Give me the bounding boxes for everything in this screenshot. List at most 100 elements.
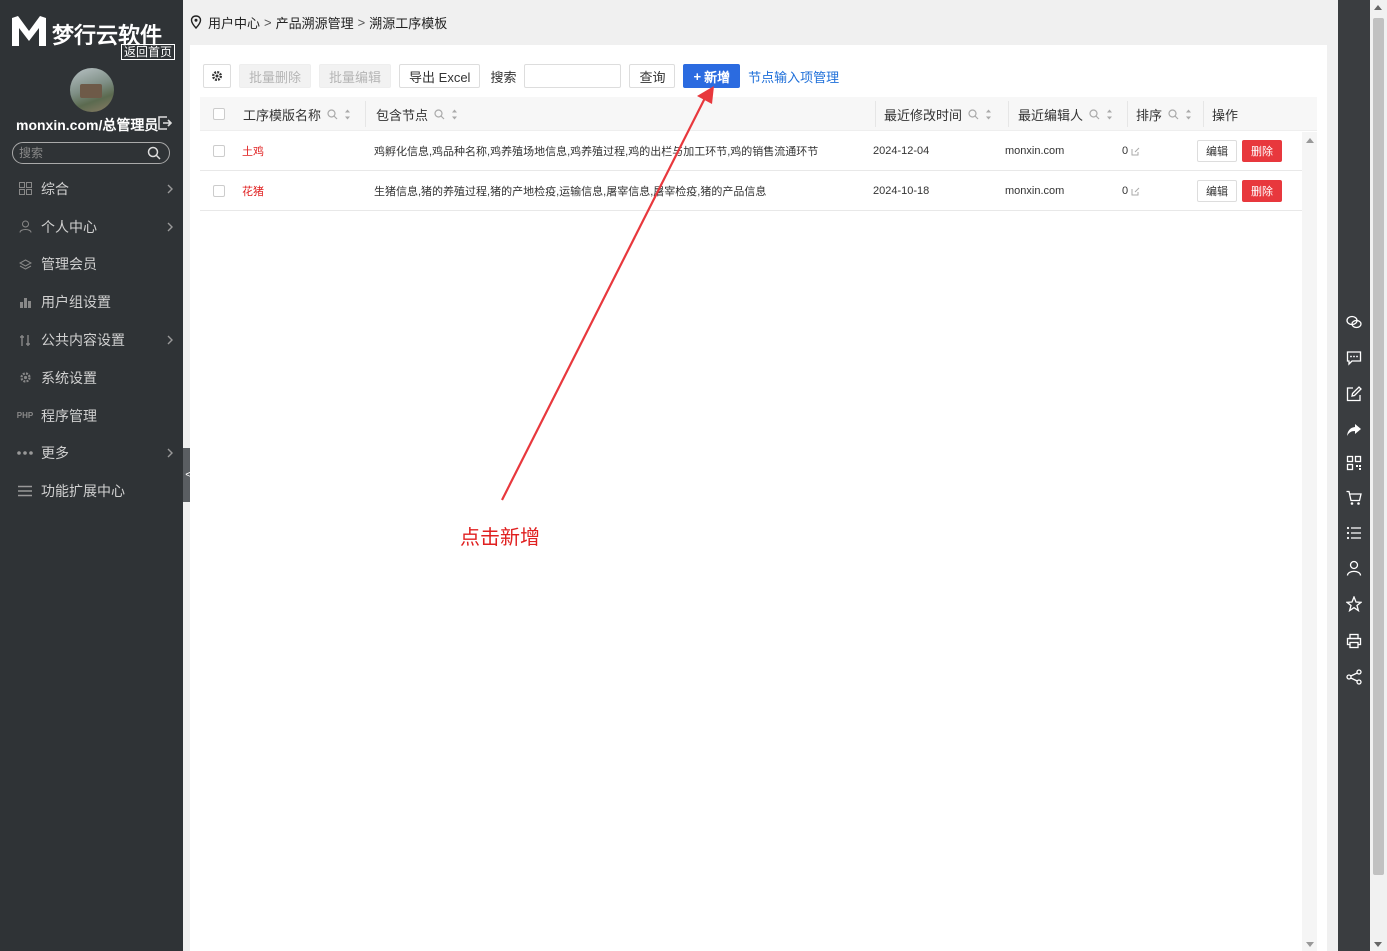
column-search-icon[interactable]: [434, 108, 445, 120]
chevron-right-icon: [167, 335, 173, 345]
sidebar-item-user-group-settings[interactable]: 用户组设置: [0, 283, 183, 321]
sidebar-item-manage-members[interactable]: 管理会员: [0, 246, 183, 284]
edit-icon[interactable]: [1131, 187, 1140, 196]
gear-icon: [212, 71, 222, 81]
breadcrumb-separator: >: [357, 14, 366, 30]
back-home-link[interactable]: 返回首页: [121, 44, 176, 60]
row-checkbox[interactable]: [213, 185, 225, 197]
comment-icon[interactable]: [1346, 350, 1362, 366]
user-icon[interactable]: [1346, 560, 1362, 576]
search-icon[interactable]: [147, 146, 161, 160]
cart-icon[interactable]: [1346, 490, 1362, 506]
column-header-label: 操作: [1212, 107, 1239, 123]
edit-icon[interactable]: [1131, 147, 1140, 156]
query-button[interactable]: 查询: [629, 64, 676, 88]
sidebar-item-program-management[interactable]: PHP 程序管理: [0, 397, 183, 435]
edit-button[interactable]: 编辑: [1197, 140, 1237, 162]
column-search-icon[interactable]: [1089, 108, 1100, 120]
sidebar-item-label: 综合: [41, 180, 69, 197]
sidebar-item-general[interactable]: 综合: [0, 170, 183, 208]
column-separator: [1203, 101, 1204, 127]
search-input[interactable]: [524, 64, 622, 88]
column-header-label: 排序: [1136, 107, 1163, 123]
sidebar-menu: 综合 个人中心 管理会员 用户组设置 公共内容设置 系统设置 PHP 程序管理 …: [0, 170, 183, 510]
share-icon[interactable]: [1346, 669, 1362, 685]
column-search-icon[interactable]: [1168, 108, 1179, 120]
batch-edit-button[interactable]: 批量编辑: [319, 64, 392, 88]
column-separator: [1008, 101, 1009, 127]
breadcrumb-user-center[interactable]: 用户中心: [208, 13, 260, 32]
sort-icon[interactable]: [344, 109, 351, 120]
chevron-right-icon: [167, 448, 173, 458]
add-button[interactable]: + 新增: [683, 64, 741, 88]
select-all-cell: [213, 97, 225, 131]
column-header-editor: 最近编辑人: [1018, 97, 1113, 131]
sidebar-search-input[interactable]: [19, 145, 139, 161]
select-all-checkbox[interactable]: [213, 108, 225, 120]
sort-icon[interactable]: [985, 109, 992, 120]
scroll-up-arrow-icon[interactable]: [1306, 138, 1314, 143]
sidebar-item-personal-center[interactable]: 个人中心: [0, 208, 183, 246]
location-pin-icon: [190, 15, 202, 29]
export-excel-button[interactable]: 导出 Excel: [399, 64, 481, 88]
share-arrow-icon[interactable]: [1346, 422, 1362, 438]
table-header: 工序模版名称 包含节点 最近修改时间 最近编辑人 排序 操作: [200, 97, 1317, 131]
breadcrumb: 用户中心 > 产品溯源管理 > 溯源工序模板: [190, 0, 1330, 44]
star-icon[interactable]: [1346, 596, 1362, 612]
sidebar-item-label: 管理会员: [41, 256, 97, 273]
table-row: 花猪 生猪信息,猪的养殖过程,猪的产地检疫,运输信息,屠宰信息,屠宰检疫,猪的产…: [200, 171, 1317, 211]
gear-icon: [17, 370, 33, 386]
row-checkbox[interactable]: [213, 145, 225, 157]
qrcode-icon[interactable]: [1346, 455, 1362, 471]
order-cell: 0: [1122, 171, 1140, 211]
print-icon[interactable]: [1346, 633, 1362, 649]
chart-icon: [17, 294, 33, 310]
sidebar-item-public-content-settings[interactable]: 公共内容设置: [0, 321, 183, 359]
add-button-label: 新增: [704, 69, 731, 85]
sidebar-item-extension-center[interactable]: 功能扩展中心: [0, 472, 183, 510]
sidebar-item-more[interactable]: 更多: [0, 435, 183, 473]
user-row: monxin.com/总管理员: [16, 115, 176, 133]
column-header-order: 排序: [1136, 97, 1192, 131]
breadcrumb-product-trace[interactable]: 产品溯源管理: [276, 13, 354, 32]
logout-icon[interactable]: [158, 116, 172, 130]
main-panel: 批量删除 批量编辑 导出 Excel 搜索 查询 + 新增 节点输入项管理 工序…: [190, 45, 1327, 951]
user-name[interactable]: monxin.com/总管理员: [16, 115, 158, 135]
column-search-icon[interactable]: [968, 108, 979, 120]
modified-date: 2024-12-04: [873, 145, 930, 157]
delete-button[interactable]: 删除: [1242, 180, 1282, 202]
node-input-manage-link[interactable]: 节点输入项管理: [748, 67, 839, 86]
chevron-right-icon: [167, 184, 173, 194]
sort-icon[interactable]: [1106, 109, 1113, 120]
column-header-label: 工序模版名称: [243, 107, 322, 123]
column-header-nodes: 包含节点: [376, 97, 458, 131]
column-settings-button[interactable]: [203, 64, 231, 88]
sort-icon[interactable]: [1185, 109, 1192, 120]
page-scrollbar[interactable]: [1370, 0, 1387, 951]
table-row: 土鸡 鸡孵化信息,鸡品种名称,鸡养殖场地信息,鸡养殖过程,鸡的出栏与加工环节,鸡…: [200, 131, 1317, 171]
scroll-down-arrow-icon[interactable]: [1374, 942, 1382, 947]
more-dots-icon: [17, 445, 33, 461]
list-icon[interactable]: [1346, 525, 1362, 541]
scrollbar-thumb[interactable]: [1373, 18, 1384, 875]
modified-date: 2024-10-18: [873, 185, 930, 197]
order-value[interactable]: 0: [1122, 145, 1128, 157]
delete-button[interactable]: 删除: [1242, 140, 1282, 162]
template-name-link[interactable]: 花猪: [242, 171, 264, 211]
wechat-icon[interactable]: [1346, 314, 1362, 330]
edit-button[interactable]: 编辑: [1197, 180, 1237, 202]
avatar[interactable]: [70, 68, 114, 112]
sort-icon[interactable]: [451, 109, 458, 120]
column-search-icon[interactable]: [327, 108, 338, 120]
edit-icon[interactable]: [1346, 386, 1362, 402]
scroll-up-arrow-icon[interactable]: [1374, 5, 1382, 10]
batch-delete-button[interactable]: 批量删除: [239, 64, 312, 88]
sidebar-item-system-settings[interactable]: 系统设置: [0, 359, 183, 397]
sidebar-item-label: 程序管理: [41, 407, 97, 424]
php-icon: PHP: [16, 411, 34, 421]
scroll-down-arrow-icon[interactable]: [1306, 942, 1314, 947]
column-header-name: 工序模版名称: [243, 97, 351, 131]
order-value[interactable]: 0: [1122, 185, 1128, 197]
template-name-link[interactable]: 土鸡: [242, 131, 264, 171]
table-scrollbar[interactable]: [1302, 132, 1317, 951]
